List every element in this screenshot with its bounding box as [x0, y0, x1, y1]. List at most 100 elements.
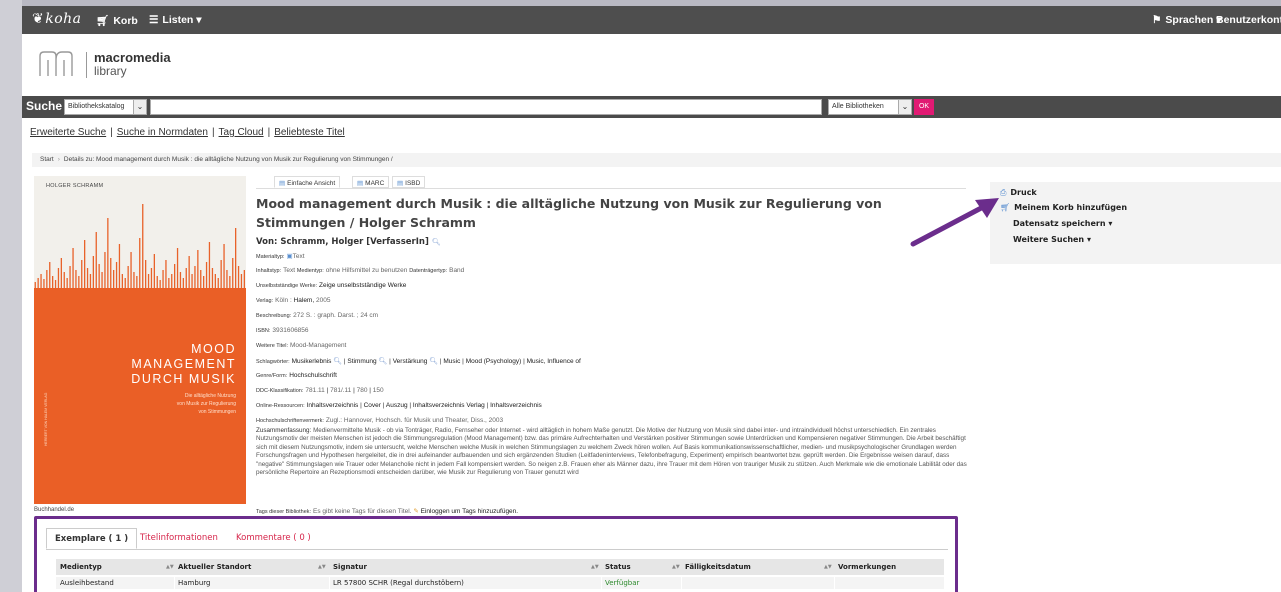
ddc-classification: DDC-Klassifikation: 781.11 | 781/.11 | 78… — [256, 387, 384, 394]
search-icon[interactable]: 🔍︎ — [378, 358, 387, 365]
save-record-menu[interactable]: Datensatz speichern ▾ — [1013, 219, 1112, 228]
cover-source-caption: Buchhandel.de — [34, 507, 75, 513]
search-scope-select[interactable]: Bibliothekskatalog ⌄ — [64, 99, 147, 115]
sort-icon[interactable]: ▲▼ — [591, 564, 599, 570]
authority-search-link[interactable]: Suche in Normdaten — [117, 127, 208, 138]
online-resource-link[interactable]: Auszug — [386, 402, 408, 409]
sort-icon[interactable]: ▲▼ — [166, 564, 174, 570]
cover-bar — [240, 274, 243, 288]
tag-cloud-link[interactable]: Tag Cloud — [219, 127, 264, 138]
cover-bar — [243, 270, 245, 288]
cover-bar — [220, 260, 222, 288]
holdings-section: Exemplare ( 1 ) Titelinformationen Komme… — [34, 516, 958, 592]
subject-link[interactable]: Verstärkung — [393, 358, 428, 365]
sort-icon[interactable]: ▲▼ — [672, 564, 680, 570]
online-resource-link[interactable]: Inhaltsverzeichnis Verlag — [413, 402, 485, 409]
account-link[interactable]: Benutzerkonto — [1216, 14, 1281, 26]
subject-link[interactable]: Music, Influence of — [527, 358, 581, 365]
search-icon[interactable]: 🔍︎ — [333, 358, 342, 365]
cover-bar — [121, 274, 123, 288]
cell-call-number[interactable]: LR 57800 SCHR (Regal durchstöbern) — [333, 579, 464, 587]
column-header[interactable]: Fälligkeitsdatum — [685, 563, 751, 571]
cover-bar — [98, 264, 100, 288]
opac-page: ❦koha 🛒︎ Korb ☰ Listen ▾ ⚑ Sprachen ▾ Benut… — [22, 6, 1281, 592]
book-cover[interactable]: HOLGER SCHRAMM MOOD MANAGEMENT DURCH MUS… — [34, 176, 246, 504]
publisher-link[interactable]: Halem, — [294, 297, 315, 304]
tag-icon: ✎ — [413, 508, 419, 515]
cover-bar — [211, 268, 214, 288]
koha-logo[interactable]: ❦koha — [32, 11, 82, 27]
subject-link[interactable]: Music — [443, 358, 460, 365]
add-to-cart-button[interactable]: 🛒︎ Meinem Korb hinzufügen — [1000, 203, 1127, 212]
breadcrumb-home[interactable]: Start — [40, 156, 54, 163]
cover-bar — [194, 266, 196, 288]
sort-icon[interactable]: ▲▼ — [318, 564, 326, 570]
cover-bar — [147, 274, 150, 288]
cover-subtitle-line: von Stimmungen — [198, 409, 236, 415]
print-button[interactable]: ⎙ Druck — [1000, 188, 1037, 198]
cover-bar — [165, 260, 167, 288]
cover-bar — [142, 204, 144, 288]
sort-icon[interactable]: ▲▼ — [824, 564, 832, 570]
search-icon[interactable]: 🔍︎ — [432, 238, 441, 246]
author-link[interactable]: Schramm, Holger [VerfasserIn] — [280, 237, 428, 247]
advanced-search-link[interactable]: Erweiterte Suche — [30, 127, 106, 138]
library-select[interactable]: Alle Bibliotheken ⌄ — [828, 99, 912, 115]
library-tags: Tags dieser Bibliothek: Es gibt keine Tag… — [256, 508, 519, 515]
window-frame-left — [0, 0, 22, 592]
online-resource-link[interactable]: Cover — [364, 402, 381, 409]
cell-status: Verfügbar — [605, 579, 640, 587]
annotation-arrow — [910, 198, 999, 247]
cover-bar — [127, 266, 129, 288]
subject-link[interactable]: Stimmung — [347, 358, 376, 365]
cart-icon: 🛒︎ — [96, 15, 110, 27]
subject-link[interactable]: Mood (Psychology) — [466, 358, 522, 365]
library-logo[interactable]: macromedia library — [38, 46, 198, 86]
cart-button[interactable]: 🛒︎ Korb — [96, 14, 138, 27]
cover-author: HOLGER SCHRAMM — [46, 183, 104, 189]
tab-holdings[interactable]: Exemplare ( 1 ) — [46, 528, 138, 549]
lists-menu[interactable]: ☰ Listen ▾ — [149, 14, 202, 26]
record-actions-panel: ⎙ Druck 🛒︎ Meinem Korb hinzufügen Datensat… — [990, 182, 1281, 264]
cover-bar — [130, 252, 132, 288]
online-resource-link[interactable]: Inhaltsverzeichnis — [307, 402, 359, 409]
cover-bar — [46, 270, 48, 288]
genre-link[interactable]: Hochschulschrift — [289, 372, 337, 379]
column-header[interactable]: Vormerkungen — [838, 563, 896, 571]
cover-bar — [162, 270, 164, 288]
tab-comments[interactable]: Kommentare ( 0 ) — [228, 528, 319, 549]
column-header[interactable]: Aktueller Standort — [178, 563, 251, 571]
more-searches-menu[interactable]: Weitere Suchen ▾ — [1013, 235, 1091, 244]
popular-titles-link[interactable]: Beliebteste Titel — [274, 127, 345, 138]
chevron-down-icon: ▾ — [1086, 235, 1091, 244]
login-for-tags-link[interactable]: Einloggen um Tags hinzuzufügen. — [421, 508, 518, 515]
cover-bar — [104, 252, 106, 288]
languages-menu[interactable]: ⚑ Sprachen ▾ — [1152, 14, 1221, 26]
cover-bar — [188, 256, 190, 288]
cover-bar — [159, 280, 161, 288]
show-works-link[interactable]: Zeige unselbstständige Werke — [319, 282, 406, 289]
column-header[interactable]: Status — [605, 563, 631, 571]
search-input[interactable] — [150, 99, 822, 115]
tab-isbd[interactable]: ▤ ISBD — [392, 176, 426, 188]
tab-simple-view[interactable]: ▤ Einfache Ansicht — [274, 176, 341, 188]
cover-bar — [237, 266, 240, 288]
search-icon[interactable]: 🔍︎ — [429, 358, 438, 365]
search-ok-button[interactable]: OK — [914, 99, 934, 115]
cover-bar — [217, 278, 219, 288]
tab-marc[interactable]: ▤ MARC — [352, 176, 390, 188]
column-header[interactable]: Signatur — [333, 563, 367, 571]
column-header[interactable]: Medientyp — [60, 563, 102, 571]
cover-bar — [75, 270, 77, 288]
cover-bar — [203, 276, 205, 288]
cover-bar — [95, 232, 97, 288]
online-resource-link[interactable]: Inhaltsverzeichnis — [490, 402, 542, 409]
cover-bar — [133, 272, 135, 288]
cover-bar — [223, 244, 225, 288]
tab-title-info[interactable]: Titelinformationen — [132, 528, 226, 549]
subject-link[interactable]: Musikerlebnis — [292, 358, 332, 365]
cell-location: Hamburg — [178, 579, 211, 587]
breadcrumb: Start › Details zu: Mood management durch … — [32, 153, 1281, 167]
record-author: Von: Schramm, Holger [VerfasserIn] 🔍︎ — [256, 237, 441, 247]
cover-publisher-text: HERBERT VON HALEM VERLAG — [44, 392, 48, 446]
